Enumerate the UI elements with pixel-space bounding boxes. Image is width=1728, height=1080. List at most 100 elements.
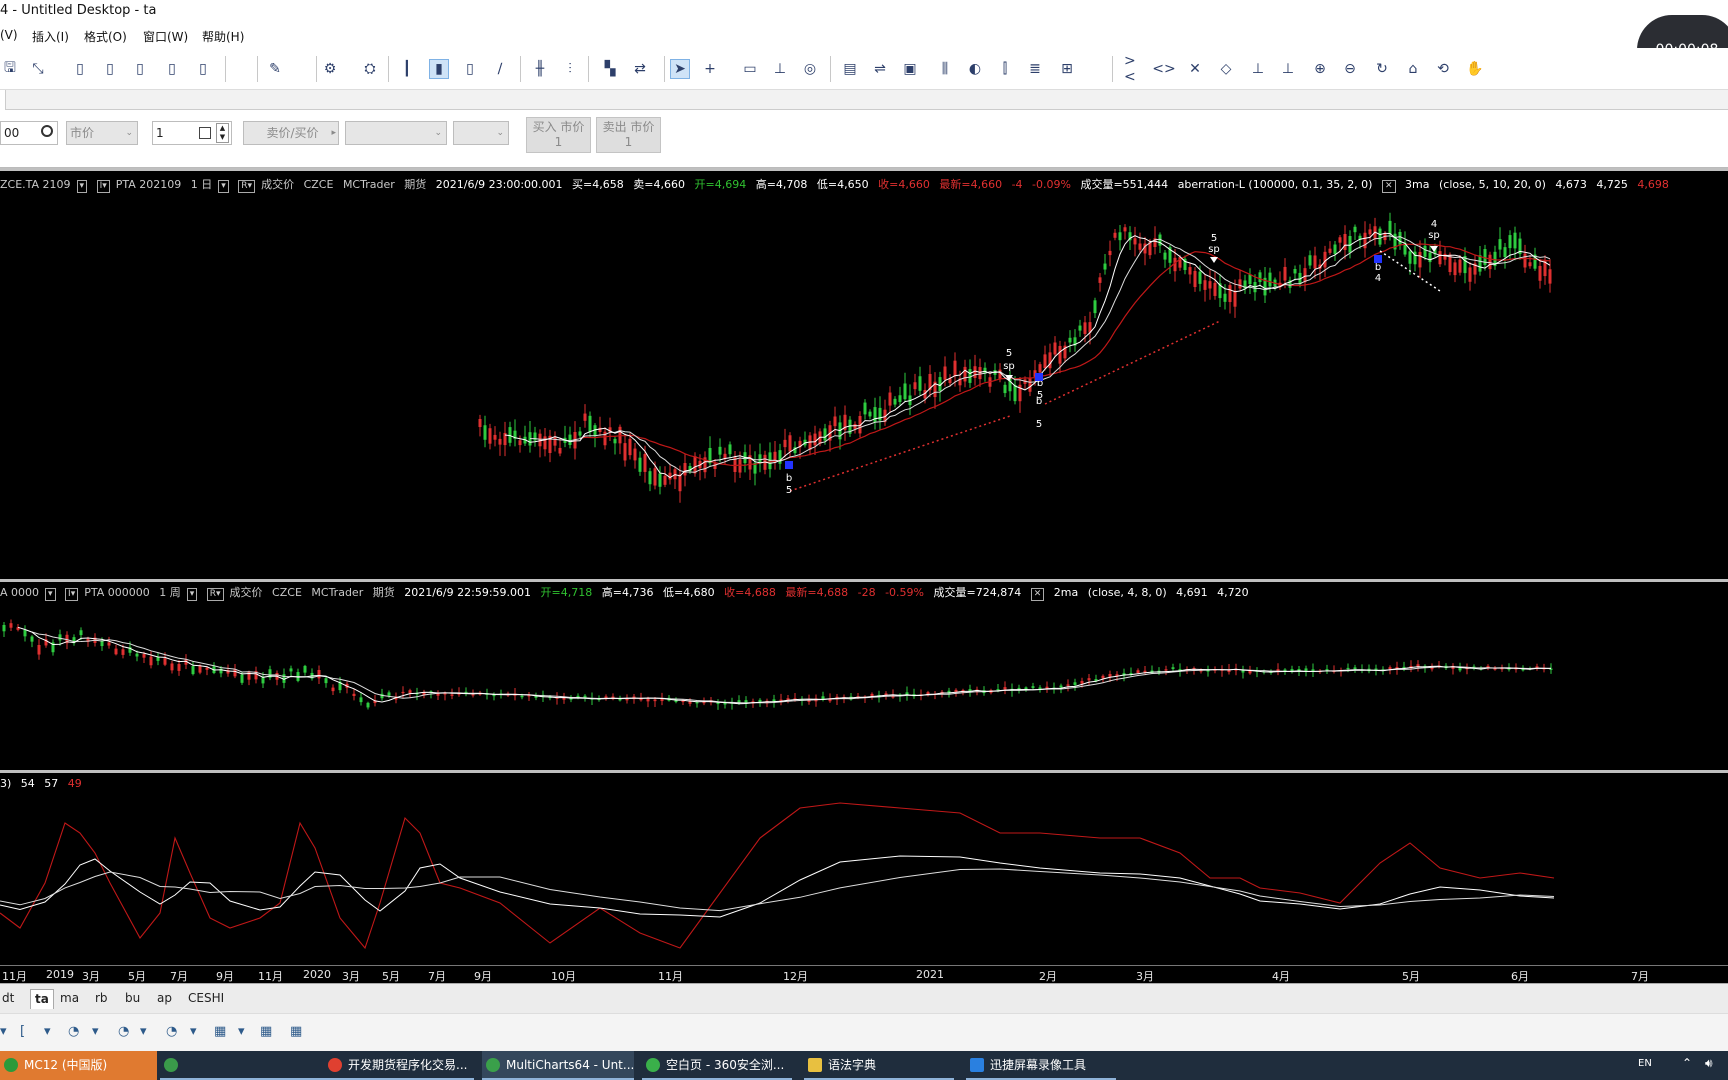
refresh-icon[interactable]: ↻ xyxy=(1372,59,1392,79)
menu-insert[interactable]: 插入(I) xyxy=(32,28,69,45)
pen-icon[interactable]: ✎ xyxy=(265,59,285,79)
spin-icon[interactable]: ▲ ▼ xyxy=(216,123,229,143)
chevron-down-icon[interactable]: ▾ xyxy=(0,1024,7,1039)
chevron-down-icon[interactable]: ▾ xyxy=(45,588,56,601)
save-icon[interactable]: 🖫︎ xyxy=(0,59,20,79)
chevron-up-icon[interactable]: ⌃ xyxy=(1682,1056,1692,1070)
sheet-tab-ta[interactable]: ta xyxy=(30,989,54,1009)
scale-icon[interactable]: ◇ xyxy=(1216,59,1236,79)
chevron-down-icon[interactable]: ▾ xyxy=(140,1024,147,1039)
buy-market-button[interactable]: 买入 市价 1 xyxy=(526,117,591,153)
chevron-down-icon[interactable]: ▾ xyxy=(44,1024,51,1039)
comment-icon[interactable]: ▭ xyxy=(740,59,760,79)
doc-icon[interactable]: ▯ xyxy=(130,59,150,79)
taskbar-browser-tab[interactable]: 开发期货程序化交易... xyxy=(324,1051,474,1080)
sheet-tab-bu[interactable]: bu xyxy=(125,991,140,1005)
taskbar-mc12[interactable]: MC12 (中国版) xyxy=(0,1051,157,1080)
hline-icon[interactable]: ⊥ xyxy=(770,59,790,79)
collapse-icon[interactable]: >< xyxy=(1124,53,1144,85)
ladder3-icon[interactable]: ≣ xyxy=(1025,59,1045,79)
expand-icon[interactable]: <> xyxy=(1152,59,1175,79)
chevron-down-icon[interactable]: ▾ xyxy=(190,1024,197,1039)
taskbar-multicharts[interactable]: MultiCharts64 - Unt... xyxy=(482,1051,634,1080)
taskbar-dict[interactable]: 语法字典 xyxy=(804,1051,954,1080)
order-type-select[interactable]: 市价 ⌄ xyxy=(66,121,138,145)
reset-icon[interactable]: ⟲ xyxy=(1433,59,1453,79)
symbol-input[interactable]: 00 xyxy=(0,121,58,145)
pane2-range-icon[interactable]: R▾ xyxy=(206,588,224,601)
mix-icon[interactable]: ▚ xyxy=(600,59,620,79)
trade-icon[interactable]: ⇌ xyxy=(870,59,890,79)
menu-format[interactable]: 格式(O) xyxy=(84,28,127,45)
doc-icon[interactable]: ▯ xyxy=(70,59,90,79)
language-indicator[interactable]: EN xyxy=(1638,1058,1652,1069)
chart-icon[interactable]: ⤡ xyxy=(28,59,48,79)
taskbar-recorder[interactable]: 迅捷屏幕录像工具 xyxy=(966,1051,1116,1080)
crosshair-icon[interactable]: + xyxy=(700,59,720,79)
indicator-pane[interactable]: 3) 54 57 49 xyxy=(0,773,1728,965)
clock-icon[interactable]: ◔ xyxy=(166,1024,177,1039)
account-select[interactable]: ⌄ xyxy=(345,121,447,145)
calendar-icon[interactable] xyxy=(199,127,211,139)
volume-icon[interactable]: 🔊︎ xyxy=(1705,1056,1713,1071)
time-axis[interactable]: 11月 2019 3月 5月 7月 9月 11月 2020 3月 5月 7月 9月 10月 11月 12月 2… xyxy=(0,965,1728,983)
price-pane-weekly[interactable]: A 0000 ▾ I▾ PTA 000000 1 周 ▾ R▾ 成交价 CZCE MCT… xyxy=(0,582,1728,770)
quantity-stepper[interactable]: 1 ▲ ▼ xyxy=(152,121,232,145)
candle-icon[interactable]: ▮ xyxy=(429,59,449,79)
menu-help[interactable]: 帮助(H) xyxy=(202,28,244,45)
hand-icon[interactable]: ✋ xyxy=(1465,59,1485,79)
bar-icon[interactable]: ╫ xyxy=(530,59,550,79)
zoom-in-icon[interactable]: ⊕ xyxy=(1310,59,1330,79)
grid-icon[interactable]: ▦ xyxy=(260,1024,272,1039)
anchor-icon[interactable]: ⊥ xyxy=(1248,59,1268,79)
ticket-icon[interactable]: ▣ xyxy=(900,59,920,79)
doc-icon[interactable]: ▯ xyxy=(193,59,213,79)
sheet-tab-ma[interactable]: ma xyxy=(60,991,79,1005)
anchor2-icon[interactable]: ⊥ xyxy=(1278,59,1298,79)
chevron-down-icon[interactable]: ▾ xyxy=(186,588,198,601)
arrow-icon[interactable]: ⇄ xyxy=(630,59,650,79)
volume-icon[interactable]: ⫶ xyxy=(560,59,580,79)
tif-select[interactable]: ⌄ xyxy=(453,121,509,145)
taskbar-chrome[interactable] xyxy=(160,1051,325,1080)
taskbar-360[interactable]: 空白页 - 360安全浏... xyxy=(642,1051,792,1080)
gear-icon[interactable]: ⚙ xyxy=(320,59,340,79)
menu-view[interactable]: (V) xyxy=(0,28,18,42)
weekly-candlestick-chart[interactable] xyxy=(0,602,1728,770)
daily-candlestick-chart[interactable]: 5spb55spb5b44spb5 xyxy=(0,191,1728,576)
pane2-type-icon[interactable]: I▾ xyxy=(65,588,79,601)
close-icon[interactable]: ✕ xyxy=(1030,588,1045,601)
sheet-tab-dt[interactable]: dt xyxy=(2,991,14,1005)
line-icon[interactable]: ∕ xyxy=(490,59,510,79)
table-icon[interactable]: ▤ xyxy=(840,59,860,79)
window-gear-icon[interactable]: ⛭ xyxy=(360,59,380,79)
grid-icon[interactable]: ▦ xyxy=(214,1024,226,1039)
doc-icon[interactable]: ▯ xyxy=(100,59,120,79)
sheet-tab-rb[interactable]: rb xyxy=(95,991,108,1005)
menu-window[interactable]: 窗口(W) xyxy=(143,28,188,45)
search-icon[interactable] xyxy=(41,125,53,137)
bid-ask-button[interactable]: 卖价/买价 ▸ xyxy=(243,121,339,145)
doc-icon[interactable]: ▯ xyxy=(162,59,182,79)
ladder-icon[interactable]: ⫼ xyxy=(935,59,955,79)
dom-icon[interactable]: ◐ xyxy=(965,59,985,79)
sheet-tab-ap[interactable]: ap xyxy=(157,991,172,1005)
shrink-icon[interactable]: ✕ xyxy=(1185,59,1205,79)
bracket-icon[interactable]: [ xyxy=(20,1024,25,1039)
window-tab[interactable] xyxy=(0,90,6,110)
clock-icon[interactable]: ◔ xyxy=(118,1024,129,1039)
chevron-down-icon[interactable]: ▾ xyxy=(92,1024,99,1039)
cursor-icon[interactable]: ➤ xyxy=(670,59,690,79)
clock-icon[interactable]: ◔ xyxy=(68,1024,79,1039)
lock-icon[interactable]: ⌂ xyxy=(1403,59,1423,79)
ladder2-icon[interactable]: ⫿ xyxy=(995,59,1015,79)
chevron-down-icon[interactable]: ▾ xyxy=(238,1024,245,1039)
price-pane-daily[interactable]: ZCE.TA 2109 ▾ I▾ PTA 202109 1 日 ▾ R▾ 成交价 CZC… xyxy=(0,171,1728,579)
candle-hollow-icon[interactable]: ▯ xyxy=(460,59,480,79)
zoom-out-icon[interactable]: ⊖ xyxy=(1340,59,1360,79)
grid-icon[interactable]: ▦ xyxy=(290,1024,302,1039)
zoom-icon[interactable]: ◎ xyxy=(800,59,820,79)
sheet-tab-ceshi[interactable]: CESHI xyxy=(188,991,224,1005)
sell-market-button[interactable]: 卖出 市价 1 xyxy=(596,117,661,153)
export-icon[interactable]: ⊞ xyxy=(1057,59,1077,79)
